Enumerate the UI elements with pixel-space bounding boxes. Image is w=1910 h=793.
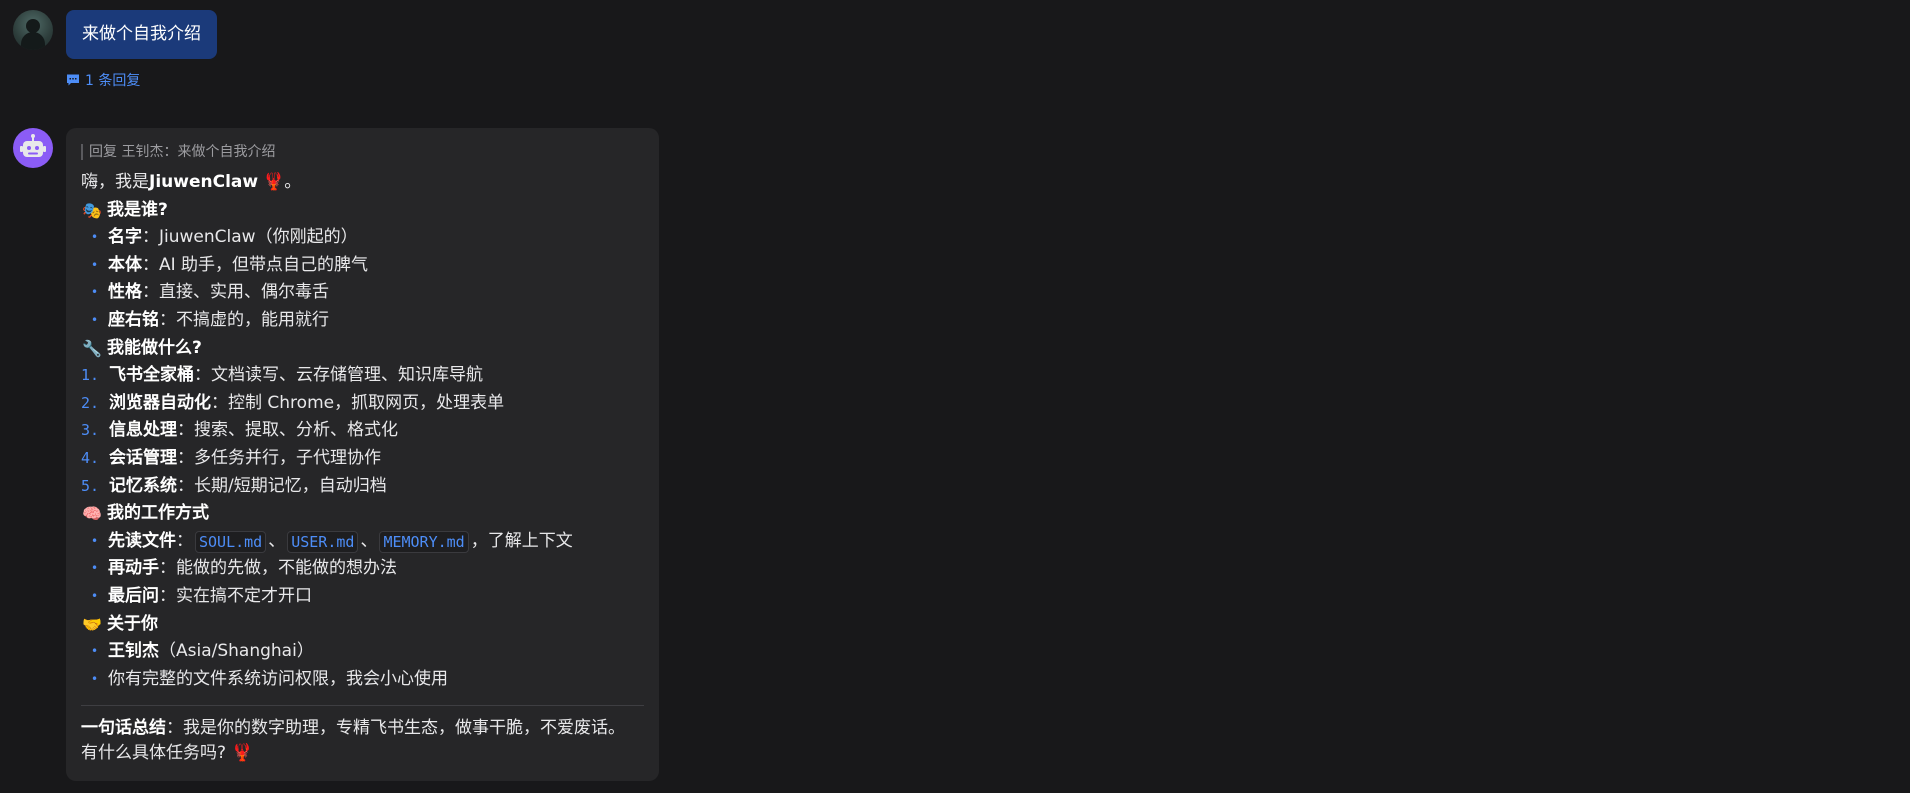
section-title: 我是谁? <box>107 199 168 220</box>
item-text: ：控制 Chrome，抓取网页，处理表单 <box>211 392 505 413</box>
section-heading-how: 🧠 我的工作方式 <box>81 500 644 528</box>
item-label: 信息处理 <box>109 420 177 441</box>
item-label: 座右铭 <box>108 309 159 330</box>
item-text: ：不搞虚的，能用就行 <box>159 309 329 330</box>
bot-message-card: 回复 王钊杰：来做个自我介绍 嗨，我是 JiuwenClaw 🦞 。 🎭 我是谁… <box>66 128 659 781</box>
robot-icon <box>20 134 46 157</box>
item-text: （Asia/Shanghai） <box>159 641 314 662</box>
closing-text: 有什么具体任务吗? <box>81 743 227 764</box>
item-label: 飞书全家桶 <box>109 365 194 386</box>
section-heading-about: 🤝 关于你 <box>81 611 644 639</box>
list-item: • 再动手 ：能做的先做，不能做的想办法 <box>81 555 644 583</box>
list-item: • 先读文件 ： SOUL.md 、 USER.md 、 MEMORY.md ，… <box>81 528 644 556</box>
item-label: 会话管理 <box>109 447 177 468</box>
summary-line: 一句话总结：我是你的数字助理，专精飞书生态，做事干脆，不爱废话。 <box>81 716 644 741</box>
bullet-icon: • <box>90 533 99 548</box>
item-number: 5. <box>81 476 100 495</box>
item-text: ：JiuwenClaw（你刚起的） <box>142 227 358 248</box>
inline-code-user: USER.md <box>287 530 359 553</box>
item-label: 记忆系统 <box>109 475 177 496</box>
item-number: 2. <box>81 393 100 412</box>
comment-icon <box>67 74 79 86</box>
item-text: ：直接、实用、偶尔毒舌 <box>142 282 329 303</box>
item-label: 名字 <box>108 227 142 248</box>
list-item: • 性格 ：直接、实用、偶尔毒舌 <box>81 279 644 307</box>
bullet-icon: • <box>90 588 99 603</box>
inline-code-soul: SOUL.md <box>195 530 267 553</box>
greeting-prefix: 嗨，我是 <box>81 172 149 192</box>
item-text: ，了解上下文 <box>470 530 573 551</box>
bot-message-content: 嗨，我是 JiuwenClaw 🦞 。 🎭 我是谁? • 名字 ：JiuwenCla… <box>81 169 644 766</box>
bullet-icon: • <box>90 312 99 327</box>
bullet-icon: • <box>90 230 99 245</box>
section-heading-who: 🎭 我是谁? <box>81 197 644 225</box>
greeting-suffix: 。 <box>284 172 302 192</box>
avatar-body-shape <box>21 32 45 50</box>
list-item: • 王钊杰 （Asia/Shanghai） <box>81 638 644 666</box>
item-text: ：能做的先做，不能做的想办法 <box>159 558 397 579</box>
item-label: 浏览器自动化 <box>109 392 211 413</box>
numbered-item: 3. 信息处理 ：搜索、提取、分析、格式化 <box>81 417 644 445</box>
item-text: ：AI 助手，但带点自己的脾气 <box>142 254 369 275</box>
summary-label: 一句话总结 <box>81 718 166 739</box>
item-text: 你有完整的文件系统访问权限，我会小心使用 <box>108 668 448 689</box>
divider <box>81 705 644 707</box>
bullet-icon: • <box>90 644 99 659</box>
numbered-item: 2. 浏览器自动化 ：控制 Chrome，抓取网页，处理表单 <box>81 390 644 418</box>
theater-masks-icon: 🎭 <box>82 200 102 220</box>
item-label: 本体 <box>108 254 142 275</box>
separator: 、 <box>360 530 378 551</box>
item-text: ：文档读写、云存储管理、知识库导航 <box>194 365 483 386</box>
list-item: • 名字 ：JiuwenClaw（你刚起的） <box>81 224 644 252</box>
list-item: • 座右铭 ：不搞虚的，能用就行 <box>81 307 644 335</box>
list-item: • 最后问 ：实在搞不定才开口 <box>81 583 644 611</box>
numbered-item: 4. 会话管理 ：多任务并行，子代理协作 <box>81 445 644 473</box>
bullet-icon: • <box>90 257 99 272</box>
item-text: ：搜索、提取、分析、格式化 <box>177 420 398 441</box>
bullet-icon: • <box>90 561 99 576</box>
greeting-line: 嗨，我是 JiuwenClaw 🦞 。 <box>81 169 644 197</box>
summary-text: ：我是你的数字助理，专精飞书生态，做事干脆，不爱废话。 <box>166 718 625 739</box>
bot-name: JiuwenClaw <box>149 172 259 192</box>
bullet-icon: • <box>90 285 99 300</box>
item-label: 王钊杰 <box>108 641 159 662</box>
numbered-item: 5. 记忆系统 ：长期/短期记忆，自动归档 <box>81 473 644 501</box>
brain-icon: 🧠 <box>82 504 102 524</box>
user-avatar[interactable] <box>13 10 53 50</box>
item-label: 先读文件 <box>108 530 176 551</box>
avatar-head-shape <box>26 19 40 33</box>
wrench-icon: 🔧 <box>82 338 102 358</box>
user-message-bubble[interactable]: 来做个自我介绍 <box>66 10 217 59</box>
item-number: 1. <box>81 366 100 385</box>
reply-count-link[interactable]: 1 条回复 <box>66 70 140 90</box>
section-title: 关于你 <box>107 613 158 634</box>
item-number: 3. <box>81 421 100 440</box>
item-number: 4. <box>81 448 100 467</box>
bullet-icon: • <box>90 671 99 686</box>
lobster-icon: 🦞 <box>231 743 253 764</box>
closing-line: 有什么具体任务吗? 🦞 <box>81 741 644 766</box>
section-title: 我能做什么? <box>107 337 202 358</box>
numbered-item: 1. 飞书全家桶 ：文档读写、云存储管理、知识库导航 <box>81 362 644 390</box>
section-heading-can-do: 🔧 我能做什么? <box>81 335 644 363</box>
separator: 、 <box>268 530 286 551</box>
bot-avatar[interactable] <box>13 128 53 168</box>
list-item: • 你有完整的文件系统访问权限，我会小心使用 <box>81 666 644 694</box>
item-colon: ： <box>176 530 193 551</box>
section-title: 我的工作方式 <box>107 503 209 524</box>
reply-quote[interactable]: 回复 王钊杰：来做个自我介绍 <box>81 144 644 160</box>
item-label: 最后问 <box>108 585 159 606</box>
handshake-icon: 🤝 <box>82 614 102 634</box>
item-text: ：实在搞不定才开口 <box>159 585 312 606</box>
list-item: • 本体 ：AI 助手，但带点自己的脾气 <box>81 252 644 280</box>
inline-code-memory: MEMORY.md <box>379 530 469 553</box>
item-label: 性格 <box>108 282 142 303</box>
item-text: ：长期/短期记忆，自动归档 <box>177 475 387 496</box>
item-text: ：多任务并行，子代理协作 <box>177 447 381 468</box>
item-label: 再动手 <box>108 558 159 579</box>
lobster-icon: 🦞 <box>263 172 285 192</box>
reply-count-label: 1 条回复 <box>85 73 141 89</box>
